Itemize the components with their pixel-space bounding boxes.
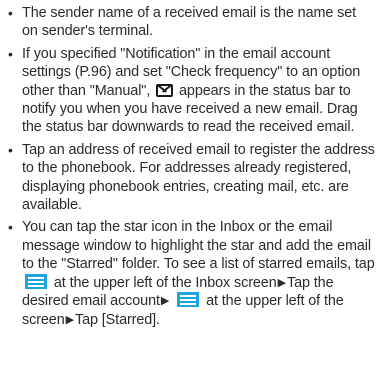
list-item: • You can tap the star icon in the Inbox… — [8, 218, 375, 328]
sender-name-note: The sender name of a received email is t… — [22, 5, 357, 40]
arrow-right-icon: ▶ — [277, 276, 286, 289]
starred-note-part1: You can tap the star icon in the Inbox o… — [22, 219, 375, 273]
phonebook-note: Tap an address of received email to regi… — [22, 141, 375, 214]
bullet-marker: • — [8, 219, 13, 236]
list-item: • Tap an address of received email to re… — [8, 141, 375, 215]
bullet-marker: • — [8, 141, 13, 158]
list-item: • The sender name of a received email is… — [8, 4, 375, 41]
document-page: • The sender name of a received email is… — [0, 0, 381, 385]
starred-note-part5: Tap [Starred]. — [74, 311, 160, 328]
arrow-right-icon: ▶ — [160, 295, 170, 308]
list-item: • If you specified "Notification" in the… — [8, 45, 375, 137]
menu-icon — [25, 273, 47, 289]
bullet-marker: • — [8, 5, 13, 21]
envelope-icon — [156, 83, 174, 97]
menu-icon — [177, 292, 200, 308]
starred-note-part2: at the upper left of the Inbox screen — [53, 274, 277, 291]
arrow-right-icon: ▶ — [65, 313, 74, 326]
bullet-marker: • — [8, 45, 13, 62]
notes-list: • The sender name of a received email is… — [8, 4, 375, 329]
